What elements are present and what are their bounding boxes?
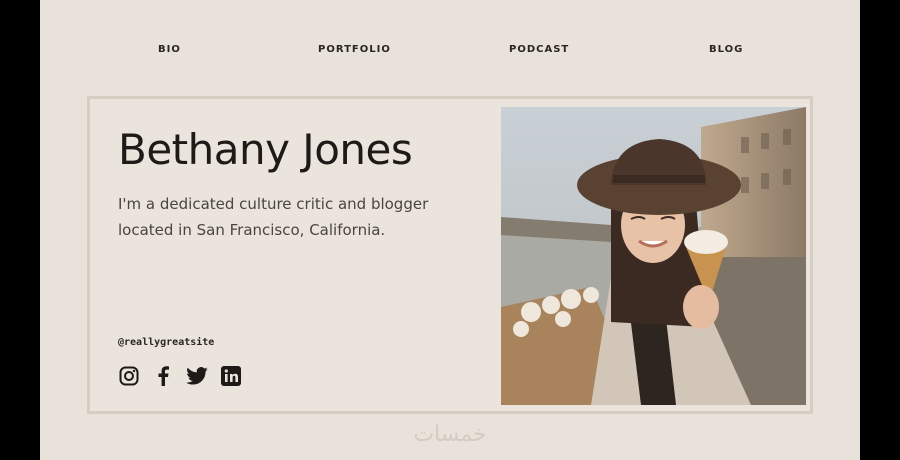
page: BIO PORTFOLIO PODCAST BLOG Bethany Jones… xyxy=(40,0,860,460)
nav-podcast[interactable]: PODCAST xyxy=(509,44,569,55)
nav-blog[interactable]: BLOG xyxy=(709,44,743,55)
profile-photo xyxy=(501,107,806,405)
top-nav: BIO PORTFOLIO PODCAST BLOG xyxy=(40,44,860,58)
nav-bio[interactable]: BIO xyxy=(158,44,181,55)
profile-card: Bethany Jones I'm a dedicated culture cr… xyxy=(87,96,813,414)
social-links xyxy=(118,365,242,387)
instagram-icon[interactable] xyxy=(118,365,140,387)
facebook-icon[interactable] xyxy=(152,365,174,387)
profile-bio: I'm a dedicated culture critic and blogg… xyxy=(118,195,429,239)
watermark: خمسات xyxy=(413,422,487,447)
nav-portfolio[interactable]: PORTFOLIO xyxy=(318,44,391,55)
profile-name: Bethany Jones xyxy=(118,125,413,174)
linkedin-icon[interactable] xyxy=(220,365,242,387)
profile-handle[interactable]: @reallygreatsite xyxy=(118,337,214,348)
twitter-icon[interactable] xyxy=(186,365,208,387)
